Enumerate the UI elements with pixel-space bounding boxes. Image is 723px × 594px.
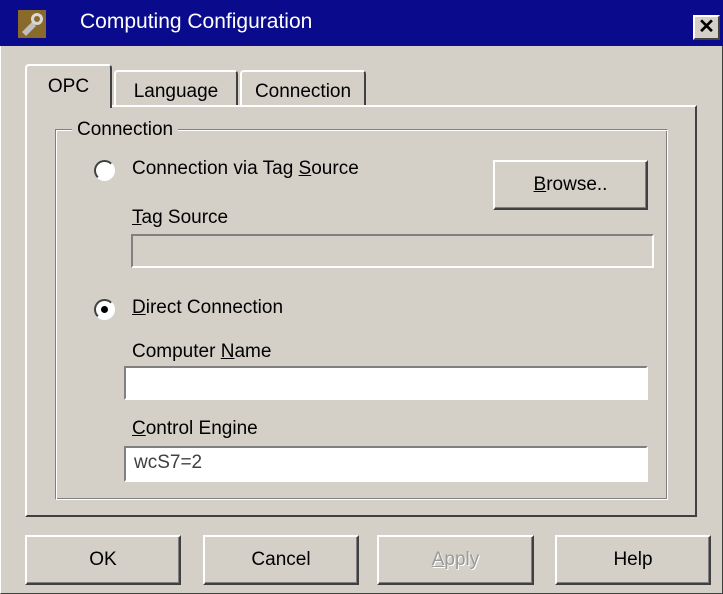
close-button[interactable]: ✕ [693,15,720,40]
connection-group-label: Connection [72,119,179,141]
computer-name-field[interactable] [124,366,648,400]
tab-active-joiner [27,104,110,108]
window-title: Computing Configuration [80,10,313,33]
tab-opc-label: OPC [47,76,90,97]
tag-source-field[interactable] [131,234,654,268]
tab-connection-label: Connection [254,81,352,102]
tag-source-radio[interactable] [94,160,115,181]
browse-button[interactable]: Browse.. [493,160,648,210]
help-button[interactable]: Help [555,535,711,585]
tab-language-label: Language [133,81,219,102]
control-engine-label: Control Engine [132,418,258,439]
ok-button[interactable]: OK [25,535,181,585]
direct-connection-radio-label[interactable]: Direct Connection [132,297,283,319]
radio-selected-dot [101,306,108,313]
direct-connection-radio[interactable] [94,299,115,320]
app-icon [18,10,46,38]
control-engine-field[interactable]: wcS7=2 [124,446,648,482]
cancel-button[interactable]: Cancel [203,535,359,585]
tab-opc[interactable]: OPC [25,64,112,108]
tag-source-radio-label[interactable]: Connection via Tag Source [132,158,359,180]
tag-source-label: Tag Source [132,207,229,228]
close-icon: ✕ [698,16,715,38]
tab-language[interactable]: Language [114,70,238,106]
title-bar[interactable]: Computing Configuration ✕ [0,0,723,46]
apply-button[interactable]: Apply [377,535,534,585]
computer-name-label: Computer Name [132,341,272,362]
control-engine-value: wcS7=2 [134,452,203,473]
tab-connection[interactable]: Connection [240,70,366,106]
